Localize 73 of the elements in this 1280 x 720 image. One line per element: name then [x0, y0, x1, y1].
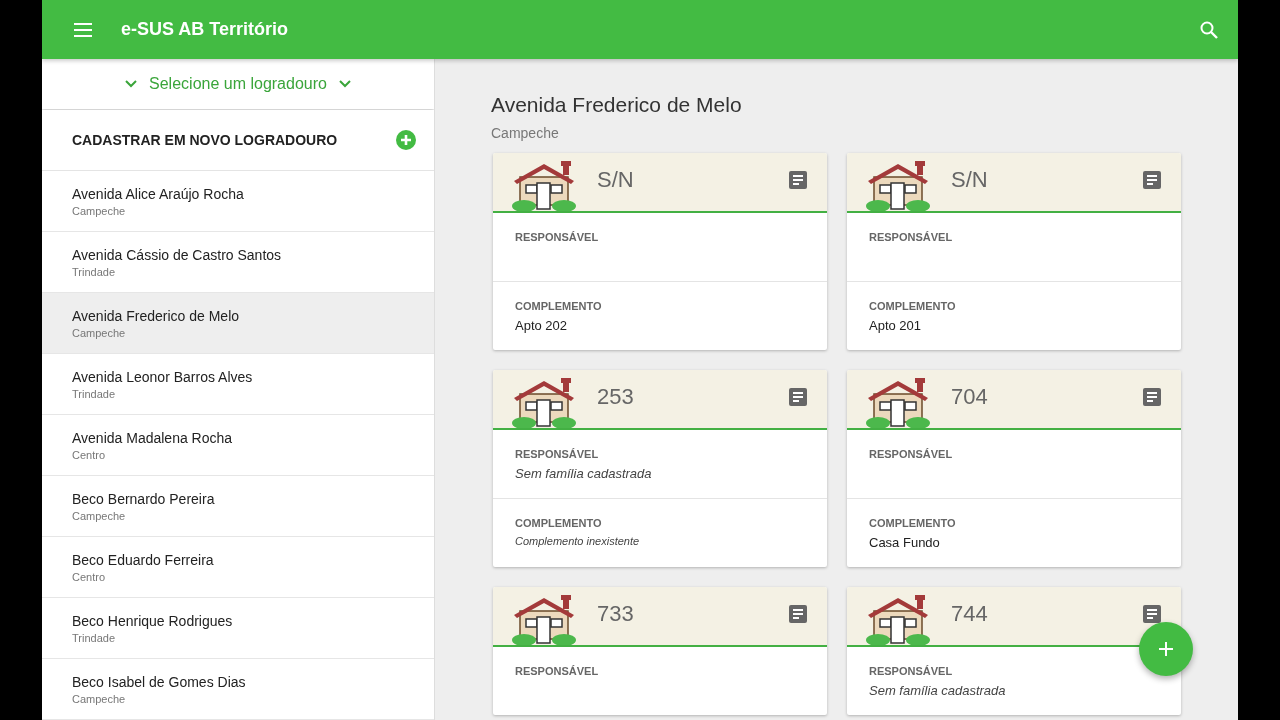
district-subtitle: Campeche [491, 125, 560, 141]
field-label: RESPONSÁVEL [515, 231, 600, 243]
field-label: COMPLEMENTO [869, 517, 957, 529]
house-icon [511, 593, 577, 645]
field-label: COMPLEMENTO [869, 300, 957, 312]
street-list-item[interactable]: Avenida Alice Araújo Rocha Campeche [42, 171, 434, 232]
street-title: Avenida Frederico de Melo [491, 93, 743, 117]
chevron-down-icon [125, 80, 138, 88]
street-name: Avenida Cássio de Castro Santos [72, 246, 283, 263]
street-name: Beco Isabel de Gomes Dias [72, 673, 247, 690]
street-list-item[interactable]: Avenida Madalena Rocha Centro [42, 415, 434, 476]
house-number: 704 [951, 384, 989, 410]
house-icon [511, 376, 577, 428]
district-name: Centro [72, 448, 107, 461]
street-name: Avenida Frederico de Melo [72, 307, 241, 324]
field-value: Complemento inexistente [515, 535, 641, 547]
street-list-item[interactable]: Beco Henrique Rodrigues Trindade [42, 598, 434, 659]
field-value: Sem família cadastrada [515, 466, 653, 481]
street-name: Avenida Alice Araújo Rocha [72, 185, 245, 202]
house-card[interactable]: 253 RESPONSÁVEL Sem família cadastrada COMPLEMENTO Complemento inexistente [493, 370, 827, 567]
district-name: Campeche [72, 204, 127, 217]
app-title: e-SUS AB Território [121, 19, 290, 40]
chevron-down-icon [338, 80, 351, 88]
document-icon[interactable] [789, 605, 807, 623]
street-list-item[interactable]: Beco Eduardo Ferreira Centro [42, 537, 434, 598]
document-icon[interactable] [1143, 171, 1161, 189]
field-label: RESPONSÁVEL [869, 665, 954, 677]
house-icon [511, 159, 577, 211]
house-card[interactable]: 704 RESPONSÁVEL COMPLEMENTO Casa Fundo [847, 370, 1181, 567]
house-card[interactable]: 733 RESPONSÁVEL [493, 587, 827, 715]
document-icon[interactable] [789, 388, 807, 406]
document-icon[interactable] [789, 171, 807, 189]
house-card[interactable]: S/N RESPONSÁVEL COMPLEMENTO Apto 201 [847, 153, 1181, 350]
house-number: 733 [597, 601, 635, 627]
field-label: COMPLEMENTO [515, 300, 603, 312]
street-list-item[interactable]: Beco Bernardo Pereira Campeche [42, 476, 434, 537]
district-name: Campeche [72, 326, 127, 339]
street-list-item[interactable]: Avenida Frederico de Melo Campeche [42, 293, 434, 354]
field-label: RESPONSÁVEL [869, 448, 954, 460]
district-name: Trindade [72, 631, 116, 644]
house-number: 744 [951, 601, 989, 627]
street-list-item[interactable]: Beco Isabel de Gomes Dias Campeche [42, 659, 434, 720]
house-number: S/N [951, 167, 989, 193]
field-value: Apto 201 [869, 318, 923, 333]
field-label: COMPLEMENTO [515, 517, 603, 529]
street-name: Avenida Madalena Rocha [72, 429, 234, 446]
street-name: Beco Henrique Rodrigues [72, 612, 234, 629]
street-name: Avenida Leonor Barros Alves [72, 368, 254, 385]
street-name: Beco Eduardo Ferreira [72, 551, 215, 568]
field-label: RESPONSÁVEL [869, 231, 954, 243]
street-name: Beco Bernardo Pereira [72, 490, 216, 507]
document-icon[interactable] [1143, 605, 1161, 623]
field-value: Sem família cadastrada [869, 683, 1007, 698]
street-list-item[interactable]: Avenida Leonor Barros Alves Trindade [42, 354, 434, 415]
house-number: 253 [597, 384, 635, 410]
house-icon [865, 376, 931, 428]
field-value: Casa Fundo [869, 535, 941, 550]
house-icon [865, 593, 931, 645]
house-icon [865, 159, 931, 211]
district-name: Campeche [72, 692, 127, 705]
field-value: Apto 202 [515, 318, 569, 333]
document-icon[interactable] [1143, 388, 1161, 406]
district-name: Centro [72, 570, 107, 583]
district-name: Trindade [72, 265, 116, 278]
plus-icon [1158, 641, 1174, 657]
district-name: Trindade [72, 387, 116, 400]
house-number: S/N [597, 167, 635, 193]
add-icon [396, 130, 416, 150]
field-label: RESPONSÁVEL [515, 448, 600, 460]
district-name: Campeche [72, 509, 127, 522]
house-card[interactable]: 744 RESPONSÁVEL Sem família cadastrada [847, 587, 1181, 715]
field-label: RESPONSÁVEL [515, 665, 600, 677]
house-card[interactable]: S/N RESPONSÁVEL COMPLEMENTO Apto 202 [493, 153, 827, 350]
